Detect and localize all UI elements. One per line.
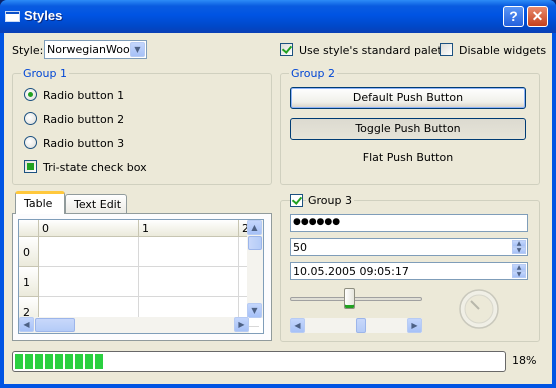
close-button[interactable]: ✕ (527, 6, 548, 27)
palette-checkbox[interactable] (280, 43, 293, 56)
window-title: Styles (24, 8, 63, 23)
table-view[interactable]: 0 1 2 0 1 2 ▲ ▼ ◀ ▶ (18, 219, 264, 334)
horizontal-scroll-thumb[interactable] (35, 318, 75, 332)
tab-widget: Table Text Edit 0 1 2 0 1 2 ▲ ▼ ◀ ▶ (12, 191, 272, 341)
radio-button-2-label[interactable]: Radio button 2 (43, 113, 124, 126)
title-bar[interactable]: Styles ? ✕ (0, 0, 556, 33)
column-header-1[interactable]: 1 (139, 220, 239, 237)
table-cells[interactable] (39, 237, 259, 327)
horizontal-slider[interactable] (290, 288, 422, 310)
toggle-push-button[interactable]: Toggle Push Button (290, 118, 526, 140)
window-app-icon (5, 11, 20, 22)
radio-button-2[interactable] (24, 112, 37, 125)
chevron-down-icon[interactable]: ▼ (130, 42, 145, 57)
scroll-left-arrow-icon[interactable]: ◀ (19, 317, 34, 332)
group-3-title[interactable]: Group 3 (306, 194, 354, 207)
tristate-checkbox[interactable] (24, 160, 37, 173)
spin-up-arrow-icon[interactable]: ▲ (512, 240, 526, 247)
tab-text-edit-label: Text Edit (74, 198, 122, 211)
password-field[interactable]: ●●●●●● (290, 214, 528, 232)
flat-push-button[interactable]: Flat Push Button (290, 151, 526, 164)
scroll-up-arrow-icon[interactable]: ▲ (247, 220, 262, 235)
radio-button-1[interactable] (24, 88, 37, 101)
radio-button-3-label[interactable]: Radio button 3 (43, 137, 124, 150)
flat-push-button-label: Flat Push Button (362, 151, 454, 164)
palette-label[interactable]: Use style's standard palette (299, 44, 453, 57)
row-header-1[interactable]: 1 (19, 267, 39, 297)
style-combobox[interactable]: NorwegianWood ▼ (44, 40, 147, 59)
help-button[interactable]: ? (503, 6, 524, 27)
slider-handle[interactable] (344, 288, 355, 309)
progress-fill (15, 354, 105, 369)
scrollbar-left-arrow-icon[interactable]: ◀ (290, 318, 305, 333)
toggle-push-button-label: Toggle Push Button (355, 122, 461, 135)
progress-bar (12, 351, 506, 372)
datetime-down-arrow-icon[interactable]: ▼ (512, 271, 526, 278)
dial-icon[interactable] (458, 288, 500, 330)
spin-down-arrow-icon[interactable]: ▼ (512, 247, 526, 254)
spin-box[interactable]: 50 ▲ ▼ (290, 238, 528, 256)
tab-text-edit[interactable]: Text Edit (65, 194, 127, 213)
tab-table[interactable]: Table (15, 191, 65, 214)
scrollbar-thumb[interactable] (356, 318, 366, 333)
spin-box-value: 50 (293, 241, 307, 254)
default-push-button[interactable]: Default Push Button (290, 87, 526, 109)
help-icon: ? (509, 8, 518, 24)
scroll-down-arrow-icon[interactable]: ▼ (247, 303, 262, 318)
tab-table-label: Table (24, 197, 53, 210)
style-label: Style: (12, 44, 44, 57)
vertical-scroll-thumb[interactable] (248, 236, 262, 250)
group-2-title: Group 2 (289, 67, 337, 80)
horizontal-scrollbar[interactable]: ◀ ▶ (290, 318, 422, 333)
progress-label: 18% (512, 354, 537, 367)
datetime-value: 10.05.2005 09:05:17 (293, 265, 409, 278)
group-3: Group 3 ●●●●●● 50 ▲ ▼ 10.05.2005 09:05:1… (280, 194, 540, 342)
group-2: Group 2 Default Push Button Toggle Push … (280, 67, 540, 185)
table-horizontal-scrollbar[interactable]: ◀ ▶ (19, 317, 249, 333)
default-push-button-label: Default Push Button (352, 91, 464, 104)
row-header-0[interactable]: 0 (19, 237, 39, 267)
client-area: Style: NorwegianWood ▼ Use style's stand… (4, 33, 552, 384)
scrollbar-right-arrow-icon[interactable]: ▶ (407, 318, 422, 333)
slider-groove (290, 297, 422, 301)
styles-window: Styles ? ✕ Style: NorwegianWood ▼ Use st… (0, 0, 556, 388)
radio-button-1-label[interactable]: Radio button 1 (43, 89, 124, 102)
group-1: Group 1 Radio button 1 Radio button 2 Ra… (12, 67, 272, 185)
group-3-checkbox[interactable] (290, 194, 303, 207)
column-header-0[interactable]: 0 (39, 220, 139, 237)
group-1-title: Group 1 (21, 67, 69, 80)
datetime-edit[interactable]: 10.05.2005 09:05:17 ▲ ▼ (290, 262, 528, 280)
table-corner[interactable] (19, 220, 39, 237)
tristate-label[interactable]: Tri-state check box (43, 161, 147, 174)
tab-pane: 0 1 2 0 1 2 ▲ ▼ ◀ ▶ (12, 213, 272, 341)
datetime-up-arrow-icon[interactable]: ▲ (512, 264, 526, 271)
radio-button-3[interactable] (24, 136, 37, 149)
scroll-right-arrow-icon[interactable]: ▶ (234, 317, 249, 332)
style-combobox-value: NorwegianWood (47, 43, 137, 56)
disable-widgets-label[interactable]: Disable widgets (459, 44, 546, 57)
disable-widgets-checkbox[interactable] (440, 43, 453, 56)
password-mask: ●●●●●● (293, 217, 341, 227)
table-vertical-scrollbar[interactable]: ▲ ▼ (247, 220, 263, 318)
close-icon: ✕ (531, 8, 544, 24)
